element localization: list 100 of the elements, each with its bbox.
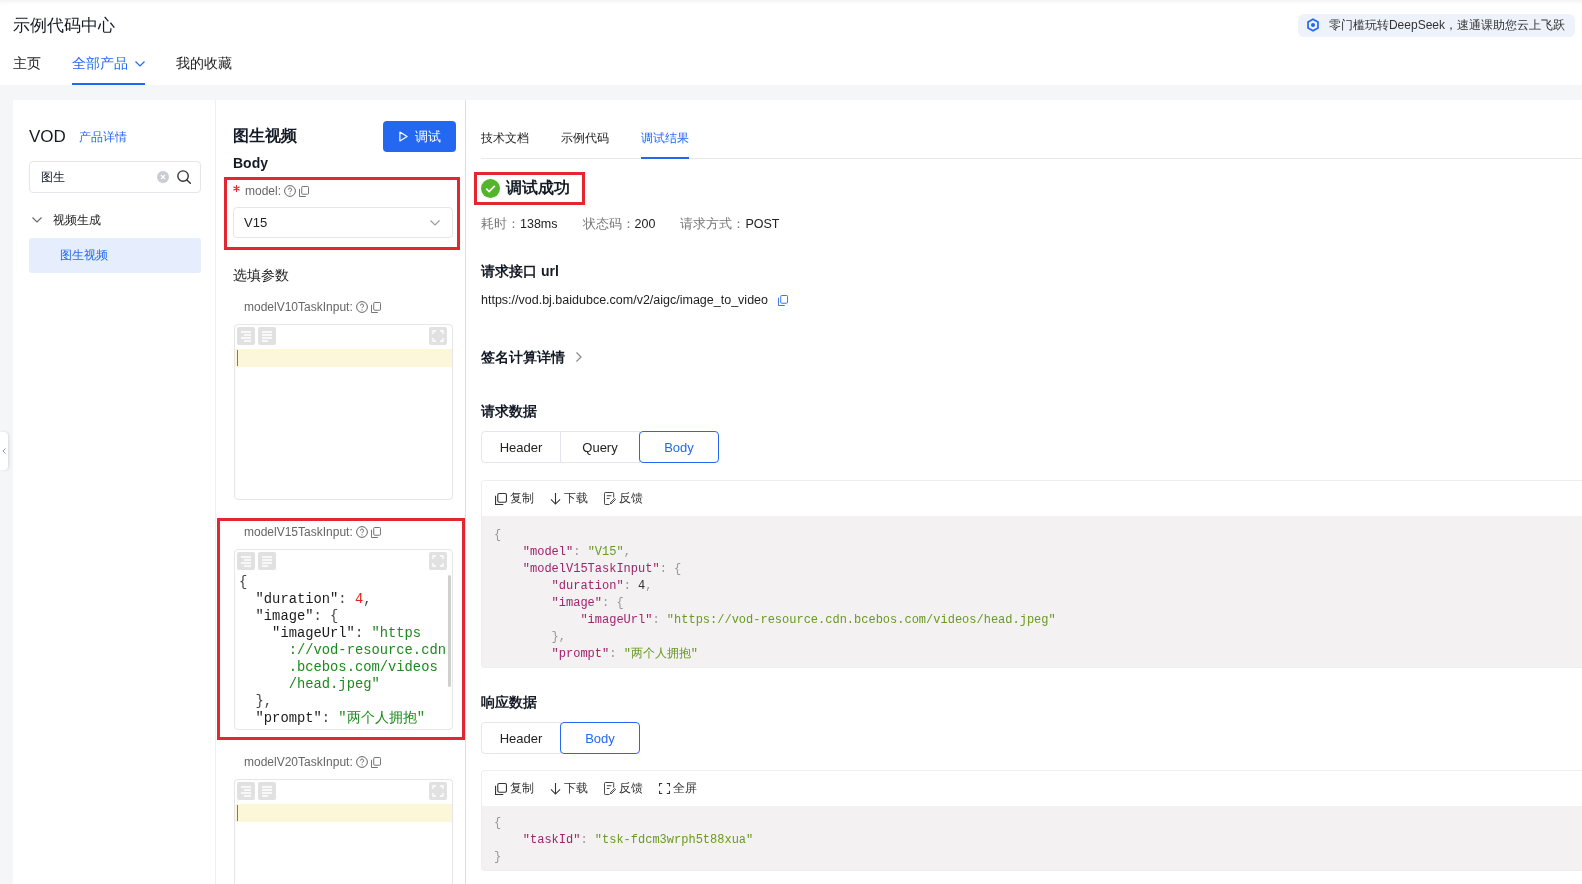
code-line: }	[494, 849, 502, 866]
product-detail-link[interactable]: 产品详情	[78, 128, 127, 146]
field-label: modelV10TaskInput:	[244, 300, 353, 314]
code-line: ://vod-resource.cdn	[288, 642, 446, 659]
code-editor[interactable]: { "duration": 4, "image": { "imageUrl": "https ://vod-resource.cdn .bcebos.com/videos /head.jpeg" }, "prompt": "两个人拥抱"	[234, 549, 453, 730]
code-line: "model": "V15",	[522, 544, 631, 561]
field-label: modelV20TaskInput:	[244, 755, 353, 769]
align-left-icon[interactable]	[258, 552, 276, 570]
copy-button[interactable]: 复制	[495, 780, 534, 797]
fullscreen-icon[interactable]	[429, 782, 447, 800]
segment-tab[interactable]: Header	[481, 722, 561, 754]
format-icon[interactable]	[237, 782, 255, 800]
play-icon	[398, 131, 408, 142]
hexagon-icon	[1306, 18, 1319, 32]
feedback-button[interactable]: 反馈	[604, 780, 643, 797]
clear-icon[interactable]	[157, 171, 169, 183]
run-button[interactable]: 调试	[383, 121, 456, 152]
align-left-icon[interactable]	[258, 782, 276, 800]
tab[interactable]: 示例代码	[561, 120, 609, 159]
download-icon	[550, 492, 561, 505]
code-line: {	[494, 527, 502, 544]
code-line: "image": {	[551, 595, 624, 612]
section-heading: 请求接口 url	[481, 262, 559, 281]
fullscreen-icon[interactable]	[429, 552, 447, 570]
help-icon	[355, 526, 368, 538]
tree-item[interactable]: 视频生成	[29, 202, 201, 238]
download-button[interactable]: 下载	[550, 780, 588, 797]
select-field[interactable]: V15	[233, 207, 453, 238]
code-line: "modelV15TaskInput": {	[522, 561, 682, 578]
format-icon[interactable]	[237, 327, 255, 345]
search-icon[interactable]	[177, 170, 191, 184]
help-icon	[284, 185, 297, 197]
code-line: "image": {	[255, 608, 339, 625]
code-line: },	[551, 629, 566, 646]
copy-icon[interactable]	[778, 294, 788, 306]
fullscreen-button[interactable]: 全屏	[659, 780, 697, 797]
code-line: /head.jpeg"	[288, 676, 380, 693]
nav-tab[interactable]: 全部产品	[72, 50, 145, 85]
help-icon	[355, 301, 368, 313]
meta-value: 138ms	[520, 217, 558, 231]
fullscreen-icon[interactable]	[429, 327, 447, 345]
meta-value: POST	[745, 217, 780, 231]
signature-toggle[interactable]: 签名计算详情	[481, 347, 582, 367]
promo-link[interactable]: 零门槛玩转DeepSeek，速通课助您云上飞跃	[1297, 13, 1575, 37]
feedback-icon	[604, 492, 616, 505]
code-line: },	[255, 693, 273, 710]
code-line: "imageUrl": "https://vod-resource.cdn.bcebos.com/videos/head.jpeg"	[580, 612, 1056, 629]
code-line: "imageUrl": "https	[272, 625, 422, 642]
meta-label: 请求方式：	[680, 217, 746, 231]
segment-tab[interactable]: Body	[560, 722, 640, 754]
format-icon[interactable]	[237, 552, 255, 570]
code-line: "taskId": "tsk-fdcm3wrph5t88xua"	[522, 832, 754, 849]
copy-button[interactable]: 复制	[495, 490, 534, 507]
code-line: "prompt": "两个人拥抱"	[255, 710, 425, 727]
section-heading: 响应数据	[481, 693, 537, 712]
code-editor[interactable]	[234, 324, 453, 500]
tab[interactable]: 技术文档	[481, 120, 529, 159]
feedback-icon	[604, 782, 616, 795]
copy-icon[interactable]	[370, 301, 381, 313]
copy-icon[interactable]	[370, 756, 381, 768]
copy-icon[interactable]	[370, 526, 381, 538]
site-title: 示例代码中心	[13, 14, 115, 37]
code-line: {	[494, 815, 502, 832]
nav-tab[interactable]: 我的收藏	[176, 50, 232, 85]
copy-icon	[495, 492, 507, 505]
meta-value: 200	[634, 217, 656, 231]
copy-icon[interactable]	[299, 185, 310, 197]
segment-tab[interactable]: Header	[481, 431, 561, 463]
nav-tab[interactable]: 主页	[13, 50, 41, 85]
field-label: modelV15TaskInput:	[244, 525, 353, 539]
section-heading: 选填参数	[233, 266, 289, 285]
code-editor[interactable]	[234, 779, 453, 884]
status-text: 调试成功	[506, 178, 570, 198]
fullscreen-icon	[659, 783, 670, 794]
collapse-handle[interactable]	[0, 432, 8, 470]
segment-tab[interactable]: Query	[560, 431, 640, 463]
feedback-button[interactable]: 反馈	[604, 490, 643, 507]
copy-icon	[495, 782, 507, 795]
page-title: 图生视频	[233, 126, 297, 146]
field-label: model:	[245, 184, 282, 198]
search-field[interactable]: 图生	[29, 161, 201, 193]
check-circle-icon	[481, 179, 500, 198]
code-line: .bcebos.com/videos	[288, 659, 438, 676]
tree-item[interactable]: 图生视频	[29, 238, 201, 273]
code-line: "duration": 4,	[551, 578, 653, 595]
api-url: https://vod.bj.baidubce.com/v2/aigc/image_to_video	[481, 292, 768, 309]
align-left-icon[interactable]	[258, 327, 276, 345]
section-label: Body	[233, 154, 268, 173]
code-line: "duration": 4,	[255, 591, 372, 608]
segment-tab[interactable]: Body	[639, 431, 719, 463]
meta-label: 状态码：	[582, 217, 635, 231]
help-icon	[355, 756, 368, 768]
chevron-left-icon	[2, 448, 6, 454]
meta-label: 耗时：	[481, 217, 520, 231]
download-button[interactable]: 下载	[550, 490, 588, 507]
product-name: VOD	[29, 127, 66, 147]
tab[interactable]: 调试结果	[641, 120, 689, 159]
section-heading: 请求数据	[481, 402, 537, 421]
text-cursor	[237, 805, 238, 821]
download-icon	[550, 782, 561, 795]
